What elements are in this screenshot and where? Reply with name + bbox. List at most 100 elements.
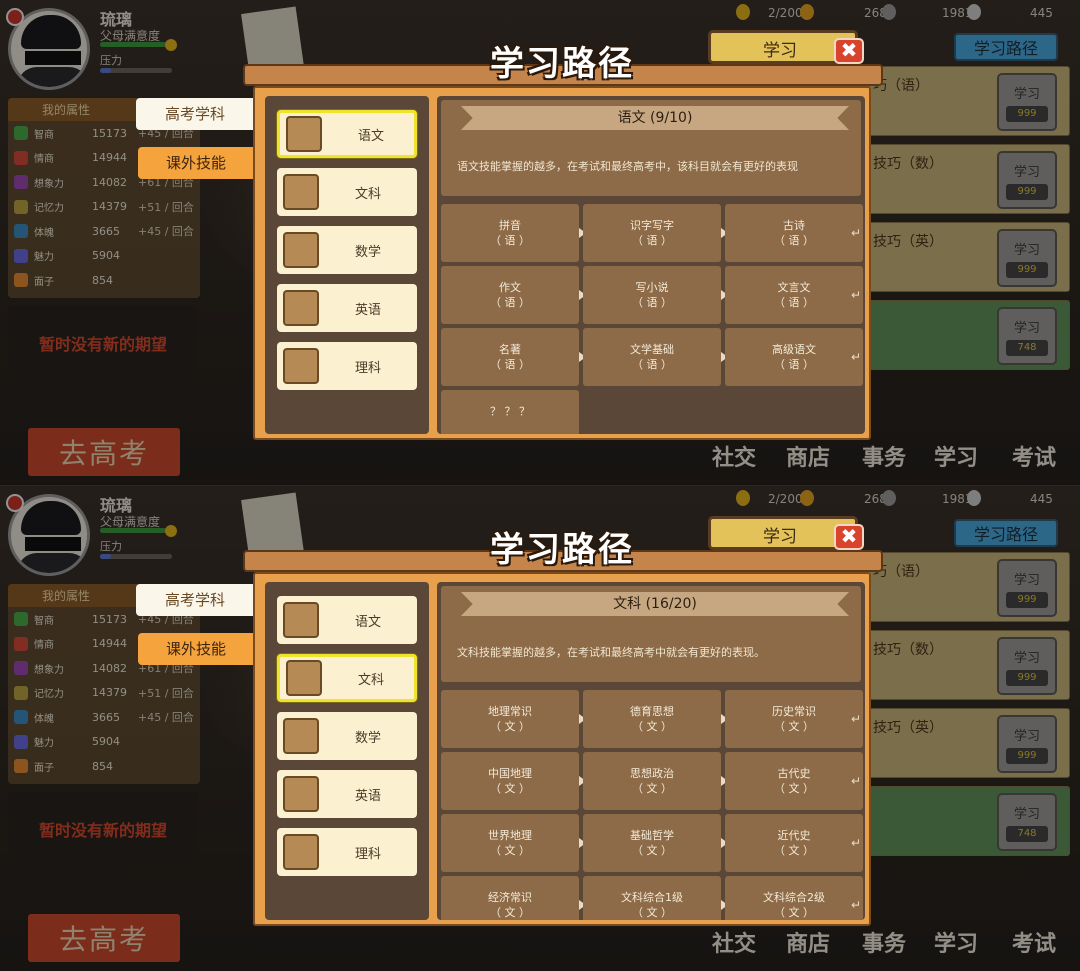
skill-node[interactable]: 名著 （ 语 ）: [441, 328, 579, 386]
attribute-name: 体魄: [34, 713, 54, 725]
learning-path-button[interactable]: 学习路径: [954, 519, 1058, 547]
skill-node[interactable]: ？ ？ ？: [441, 390, 579, 434]
study-button[interactable]: 学习 999: [997, 151, 1057, 209]
study-button[interactable]: 学习 748: [997, 793, 1057, 851]
skill-node[interactable]: 古代史 （ 文 ）: [725, 752, 863, 810]
skill-node[interactable]: 古诗 （ 语 ）: [725, 204, 863, 262]
skill-node[interactable]: 中国地理 （ 文 ）: [441, 752, 579, 810]
subject-4[interactable]: 理科: [277, 828, 417, 876]
study-button-label: 学习: [1013, 243, 1040, 258]
return-arrow-icon: ↵: [851, 288, 862, 302]
skill-node[interactable]: 文科综合1级 （ 文 ）: [583, 876, 721, 920]
attribute-row: 魅力 5904: [8, 730, 200, 755]
subject-label: 数学: [355, 730, 382, 746]
nav-button-4[interactable]: 考试: [1000, 400, 1068, 472]
attribute-name: 面子: [34, 762, 54, 774]
skill-node[interactable]: 经济常识 （ 文 ）: [441, 876, 579, 920]
study-cost: 999: [1006, 748, 1048, 764]
nav-button-3[interactable]: 学习: [922, 886, 990, 958]
skill-name: ？ ？ ？: [490, 405, 530, 418]
attribute-icon: [14, 612, 28, 627]
study-cost: 748: [1006, 340, 1048, 356]
subject-0[interactable]: 语文: [277, 596, 417, 644]
attribute-value: 5904: [92, 249, 120, 263]
tab-gaokao-subjects[interactable]: 高考学科: [136, 98, 254, 130]
attribute-row: 魅力 5904: [8, 244, 200, 269]
skill-node[interactable]: 作文 （ 语 ）: [441, 266, 579, 324]
skill-tag: （ 语 ）: [774, 234, 814, 247]
study-course-row: 学习 748: [862, 786, 1070, 856]
tab-gaokao-subjects[interactable]: 高考学科: [136, 584, 254, 616]
subject-3[interactable]: 英语: [277, 770, 417, 818]
study-button[interactable]: 学习 999: [997, 715, 1057, 773]
go-exam-button[interactable]: 去高考: [28, 428, 180, 476]
learning-path-modal: 语文文科数学英语理科 文科 (16/20) 文科技能掌握的越多，在考试和最终高考中就…: [253, 572, 871, 926]
subject-2[interactable]: 数学: [277, 712, 417, 760]
energy-icon: [736, 4, 750, 20]
return-arrow-icon: ↵: [851, 836, 862, 850]
subject-4[interactable]: 理科: [277, 342, 417, 390]
subject-1[interactable]: 文科: [277, 654, 417, 702]
course-title: 技巧（数）: [873, 642, 943, 658]
skill-node[interactable]: 世界地理 （ 文 ）: [441, 814, 579, 872]
subject-2[interactable]: 数学: [277, 226, 417, 274]
skill-node[interactable]: 地理常识 （ 文 ）: [441, 690, 579, 748]
close-button[interactable]: ✖: [834, 524, 864, 550]
skill-node[interactable]: 高级语文 （ 语 ）: [725, 328, 863, 386]
study-button[interactable]: 学习 999: [997, 229, 1057, 287]
skill-tag: （ 语 ）: [632, 234, 672, 247]
skill-name: 思想政治: [630, 767, 674, 780]
skill-tag: （ 语 ）: [490, 296, 530, 309]
attribute-icon: [14, 199, 28, 214]
no-wish-message: 暂时没有新的期望: [8, 792, 198, 866]
study-button[interactable]: 学习 748: [997, 307, 1057, 365]
math-icon: [283, 232, 319, 268]
skill-node[interactable]: 文科综合2级 （ 文 ）: [725, 876, 863, 920]
attribute-icon: [14, 126, 28, 141]
book-icon: [286, 116, 322, 152]
subject-0[interactable]: 语文: [277, 110, 417, 158]
attribute-value: 14379: [92, 686, 127, 700]
attribute-value: 854: [92, 759, 113, 773]
subject-1[interactable]: 文科: [277, 168, 417, 216]
skill-node[interactable]: 文学基础 （ 语 ）: [583, 328, 721, 386]
skill-tag: （ 文 ）: [774, 720, 814, 733]
nav-button-3[interactable]: 学习: [922, 400, 990, 472]
close-button[interactable]: ✖: [834, 38, 864, 64]
phone-icon: [967, 4, 981, 20]
skill-node[interactable]: 拼音 （ 语 ）: [441, 204, 579, 262]
skill-node[interactable]: 近代史 （ 文 ）: [725, 814, 863, 872]
study-button[interactable]: 学习 999: [997, 73, 1057, 131]
skill-node[interactable]: 思想政治 （ 文 ）: [583, 752, 721, 810]
skill-tag: （ 文 ）: [490, 720, 530, 733]
no-wish-message: 暂时没有新的期望: [8, 306, 198, 380]
subject-header: 语文 (9/10): [461, 106, 849, 130]
skill-name: 识字写字: [630, 219, 674, 232]
go-exam-button[interactable]: 去高考: [28, 914, 180, 962]
tab-extra-skills[interactable]: 课外技能: [138, 633, 254, 665]
skill-name: 文学基础: [630, 343, 674, 356]
skill-name: 德育思想: [630, 705, 674, 718]
attribute-row: 记忆力 14379 +51 / 回合: [8, 195, 200, 220]
resource-value: 2/200: [768, 6, 803, 20]
subject-3[interactable]: 英语: [277, 284, 417, 332]
skill-node[interactable]: 写小说 （ 语 ）: [583, 266, 721, 324]
study-course-row: 技巧（英） 学习 999: [862, 708, 1070, 778]
learning-path-button[interactable]: 学习路径: [954, 33, 1058, 61]
skill-node[interactable]: 基础哲学 （ 文 ）: [583, 814, 721, 872]
study-button[interactable]: 学习 999: [997, 559, 1057, 617]
notification-dot: [6, 8, 24, 26]
nav-button-4[interactable]: 考试: [1000, 886, 1068, 958]
skill-node[interactable]: 识字写字 （ 语 ）: [583, 204, 721, 262]
subject-info: 文科 (16/20) 文科技能掌握的越多，在考试和最终高考中就会有更好的表现。: [441, 586, 861, 682]
attribute-gain: +51 / 回合: [138, 200, 194, 214]
tab-extra-skills[interactable]: 课外技能: [138, 147, 254, 179]
study-button[interactable]: 学习 999: [997, 637, 1057, 695]
study-course-row: 技巧（数） 学习 999: [862, 144, 1070, 214]
skill-node[interactable]: 德育思想 （ 文 ）: [583, 690, 721, 748]
skill-node[interactable]: 文言文 （ 语 ）: [725, 266, 863, 324]
skill-name: 名著: [499, 343, 521, 356]
subject-info: 语文 (9/10) 语文技能掌握的越多，在考试和最终高考中，该科目就会有更好的表现: [441, 100, 861, 196]
course-title: 技巧（英）: [873, 234, 943, 250]
skill-node[interactable]: 历史常识 （ 文 ）: [725, 690, 863, 748]
